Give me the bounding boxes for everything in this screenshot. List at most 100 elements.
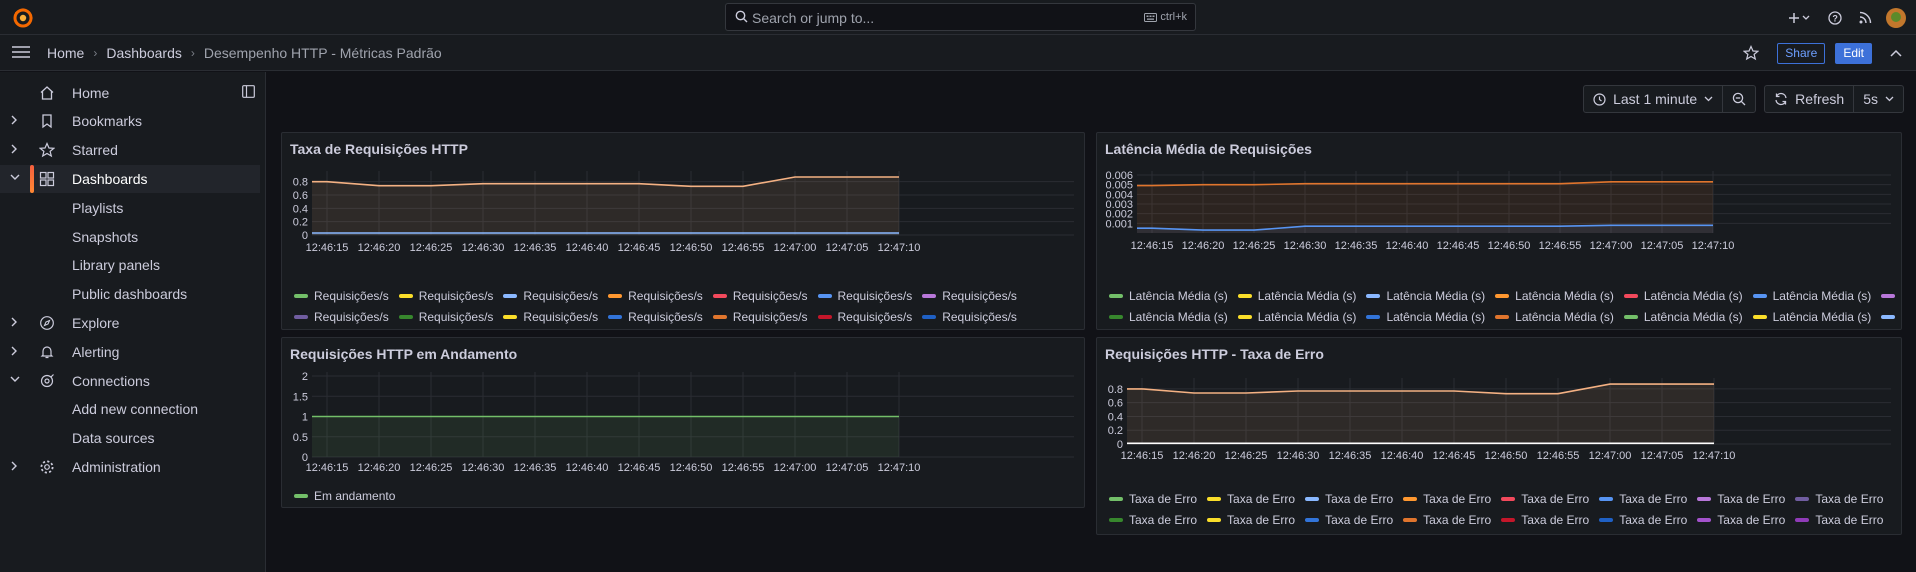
sidebar-item-add-new-connection[interactable]: Add new connection [0, 395, 260, 423]
legend-item[interactable]: Requisições/s [817, 289, 912, 303]
legend-item[interactable]: Taxa de Erro [1697, 492, 1785, 506]
legend-item[interactable]: Latência Média (s) [1752, 310, 1871, 324]
legend-item[interactable]: Requisições/s [294, 289, 389, 303]
new-dropdown-button[interactable] [1780, 0, 1820, 35]
sidebar-item-connections[interactable]: Connections [0, 367, 260, 395]
legend-swatch [1109, 517, 1123, 522]
legend-item[interactable]: Taxa de Erro [1305, 492, 1393, 506]
sidebar-item-starred[interactable]: Starred [0, 136, 260, 164]
breadcrumb-home[interactable]: Home [47, 45, 84, 61]
search-input[interactable]: Search or jump to... ctrl+k [725, 3, 1196, 31]
legend-item[interactable]: Requisições/s [817, 310, 912, 324]
legend-item[interactable]: Taxa de Erro [1795, 513, 1883, 527]
time-series-plot[interactable]: 00.20.40.60.812:46:15 12:46:20 12:46:25 12:… [282, 163, 1085, 288]
chevron-down-icon[interactable] [10, 375, 20, 383]
refresh-button[interactable]: Refresh [1765, 86, 1853, 112]
chevron-right-icon[interactable] [10, 115, 18, 125]
legend-item[interactable]: Em andamento [294, 489, 395, 503]
time-series-plot[interactable]: 00.20.40.60.812:46:15 12:46:20 12:46:25 12:… [1097, 368, 1902, 493]
sidebar-item-alerting[interactable]: Alerting [0, 338, 260, 366]
sidebar-item-playlists[interactable]: Playlists [0, 194, 260, 222]
sidebar-item-snapshots[interactable]: Snapshots [0, 223, 260, 251]
legend-item[interactable]: Taxa de Erro [1305, 513, 1393, 527]
legend-item[interactable]: Latência Média (s) [1366, 289, 1485, 303]
legend-item[interactable]: Latência Média (s) [1623, 310, 1743, 324]
collapse-icon[interactable] [1890, 49, 1902, 57]
sidebar-item-data-sources[interactable]: Data sources [0, 424, 260, 452]
share-button[interactable]: Share [1777, 42, 1826, 64]
chevron-right-icon[interactable] [10, 346, 18, 356]
sidebar-item-library-panels[interactable]: Library panels [0, 251, 260, 279]
legend-item[interactable]: Taxa de Erro [1207, 492, 1295, 506]
legend-item[interactable]: Requisições/s [503, 310, 598, 324]
x-tick-label: 12:46:20 [1173, 450, 1216, 462]
chevron-down-icon[interactable] [10, 173, 20, 181]
legend-item[interactable]: Requisições/s [398, 289, 493, 303]
legend-item[interactable]: Taxa de Erro [1109, 513, 1197, 527]
legend-item[interactable]: Requisições/s [294, 310, 389, 324]
legend-item[interactable]: Taxa de Erro [1599, 492, 1687, 506]
breadcrumb-dashboards[interactable]: Dashboards [106, 45, 182, 61]
legend-item[interactable]: Requisições/s [608, 289, 703, 303]
time-series-plot[interactable]: 0.0010.0020.0030.0040.0050.00612:46:15 12… [1097, 163, 1902, 288]
legend-item[interactable]: Latência Média (s) [1623, 289, 1743, 303]
chevron-right-icon[interactable] [10, 317, 18, 327]
legend-item[interactable]: Requisições/s [712, 289, 808, 303]
legend-item[interactable]: Latência Média (s) [1109, 310, 1228, 324]
star-icon[interactable] [1743, 45, 1760, 61]
sidebar-item-public-dashboards[interactable]: Public dashboards [0, 280, 260, 308]
legend-item[interactable]: Taxa de Erro [1501, 513, 1589, 527]
legend-item[interactable]: Latência Média (s) [1237, 310, 1356, 324]
legend-item[interactable]: Latência Média (s) [1495, 310, 1614, 324]
legend-item[interactable]: Latência Média (s) [1881, 289, 1899, 303]
legend-item[interactable]: Latência Média (s) [1495, 289, 1614, 303]
time-range-picker[interactable]: Last 1 minute [1584, 86, 1722, 112]
sidebar-item-home[interactable]: Home [0, 79, 260, 107]
legend-item[interactable]: Requisições/s [398, 310, 493, 324]
menu-icon[interactable] [12, 45, 30, 59]
time-series-plot[interactable]: 00.511.5212:46:15 12:46:20 12:46:25 12:46:3… [282, 368, 1085, 486]
edit-button[interactable]: Edit [1835, 42, 1872, 64]
legend-item[interactable]: Taxa de Erro [1207, 513, 1295, 527]
legend-item[interactable]: Latência Média (s) [1237, 289, 1356, 303]
legend-item[interactable]: Taxa de Erro [1697, 513, 1785, 527]
time-range-group: Last 1 minute [1583, 85, 1757, 113]
sidebar-item-dashboards[interactable]: Dashboards [0, 165, 260, 193]
legend-item[interactable]: Requisições/s [503, 289, 598, 303]
news-button[interactable] [1850, 0, 1880, 35]
chevron-right-icon[interactable] [10, 144, 18, 154]
zoom-out-button[interactable] [1722, 86, 1755, 112]
panel-http-in-progress[interactable]: Requisições HTTP em Andamento 0 0.5 1 1.5 2 1… [281, 337, 1085, 508]
panel-average-latency[interactable]: Latência Média de Requisições 0.001 0.002… [1096, 132, 1902, 330]
legend-item[interactable]: Latência Média (s) [1881, 310, 1899, 324]
legend-item[interactable]: Requisições/s [608, 310, 703, 324]
legend-item[interactable]: Taxa de Erro [1109, 492, 1197, 506]
avatar[interactable] [1886, 7, 1906, 28]
legend-item[interactable]: Taxa de Erro [1403, 513, 1491, 527]
legend-label: Taxa de Erro [1423, 512, 1492, 527]
legend-item[interactable]: Requisições/s [922, 289, 1017, 303]
refresh-interval-picker[interactable]: 5s [1853, 86, 1903, 112]
legend-item[interactable]: Requisições/s [922, 310, 1017, 324]
panel-http-error-rate[interactable]: Requisições HTTP - Taxa de Erro 0 0.2 0.4 0… [1096, 337, 1902, 535]
legend-item[interactable]: Latência Média (s) [1366, 310, 1485, 324]
x-tick-label: 12:46:40 [566, 462, 609, 474]
sidebar-item-administration[interactable]: Administration [0, 453, 260, 481]
legend-item[interactable]: Latência Média (s) [1109, 289, 1228, 303]
legend-item[interactable]: Taxa de Erro [1599, 513, 1687, 527]
legend-item[interactable]: Requisições/s [712, 310, 808, 324]
chevron-right-icon[interactable] [10, 461, 18, 471]
legend-item[interactable]: Taxa de Erro [1501, 492, 1589, 506]
legend-swatch [1495, 314, 1510, 319]
x-tick-label: 12:47:05 [826, 462, 869, 474]
legend-item[interactable]: Taxa de Erro [1795, 492, 1883, 506]
legend-swatch [1366, 293, 1381, 298]
legend-item[interactable]: Latência Média (s) [1752, 289, 1871, 303]
help-button[interactable]: ? [1820, 0, 1850, 35]
panel-http-request-rate[interactable]: Taxa de Requisições HTTP 0 0.2 0.4 0.6 0.8 12… [281, 132, 1085, 330]
grafana-logo-icon[interactable] [12, 7, 34, 29]
legend-swatch [503, 293, 518, 298]
sidebar-item-bookmarks[interactable]: Bookmarks [0, 107, 260, 135]
legend-item[interactable]: Taxa de Erro [1403, 492, 1491, 506]
sidebar-item-explore[interactable]: Explore [0, 309, 260, 337]
